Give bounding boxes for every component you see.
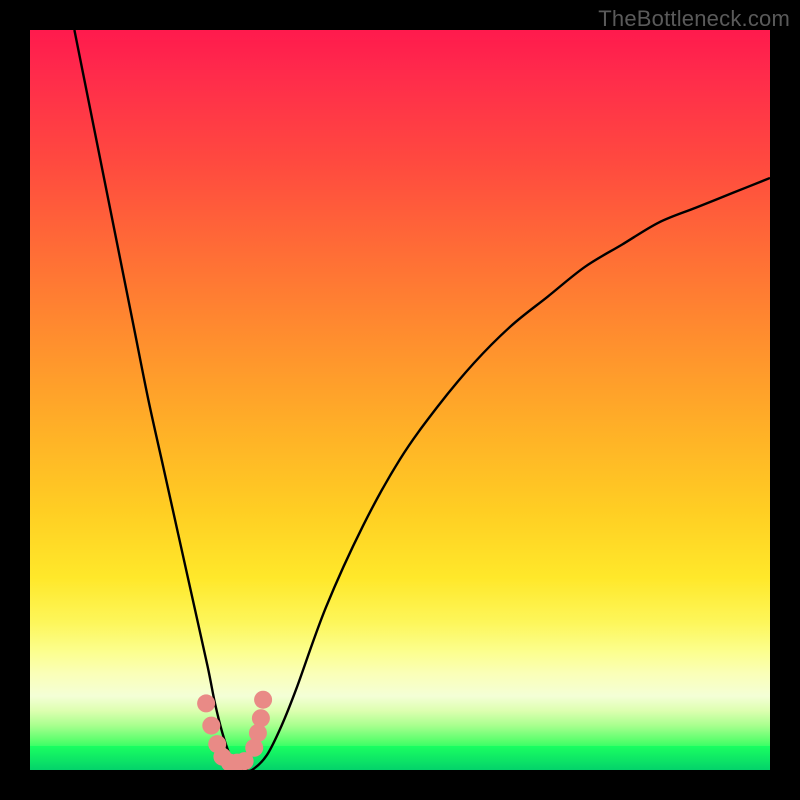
curve-layer: [30, 30, 770, 770]
plot-area: [30, 30, 770, 770]
fit-marker: [249, 724, 267, 742]
fit-marker: [254, 691, 272, 709]
fit-marker: [202, 717, 220, 735]
fit-markers-group: [197, 691, 272, 770]
fit-marker: [252, 709, 270, 727]
bottleneck-curve: [74, 30, 770, 770]
watermark-text: TheBottleneck.com: [598, 6, 790, 32]
fit-marker: [197, 694, 215, 712]
chart-frame: TheBottleneck.com: [0, 0, 800, 800]
